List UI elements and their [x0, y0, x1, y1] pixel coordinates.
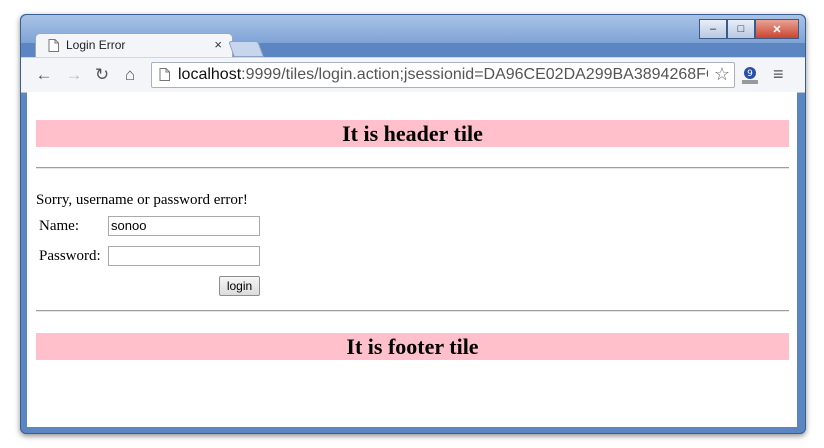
page-icon — [48, 39, 59, 52]
page-content: It is header tile Sorry, username or pas… — [27, 92, 797, 427]
svg-text:9: 9 — [747, 69, 753, 79]
url-host: localhost — [178, 66, 242, 83]
error-message: Sorry, username or password error! — [36, 192, 248, 208]
name-input[interactable] — [108, 216, 260, 236]
tab-title: Login Error — [66, 38, 126, 52]
browser-window: – □ ✕ Login Error × ← → ↻ ⌂ localhost:99… — [20, 14, 806, 434]
header-tile: It is header tile — [36, 120, 789, 147]
home-icon[interactable]: ⌂ — [120, 65, 140, 85]
browser-toolbar: ← → ↻ ⌂ localhost:9999/tiles/login.actio… — [21, 57, 805, 93]
window-controls: – □ ✕ — [699, 19, 799, 39]
reload-icon[interactable]: ↻ — [92, 65, 112, 85]
browser-tab[interactable]: Login Error × — [35, 33, 233, 58]
back-icon[interactable]: ← — [34, 65, 54, 85]
footer-divider — [36, 310, 789, 312]
menu-icon[interactable]: ≡ — [773, 64, 784, 85]
password-label: Password: — [39, 248, 101, 264]
url-path: :9999/tiles/login.action;jsessionid=DA96… — [241, 66, 708, 83]
maximize-button[interactable]: □ — [727, 19, 755, 39]
address-bar[interactable]: localhost:9999/tiles/login.action;jsessi… — [151, 62, 735, 88]
footer-tile: It is footer tile — [36, 333, 789, 360]
password-input[interactable] — [108, 246, 260, 266]
new-tab-button[interactable] — [228, 41, 264, 57]
tab-close-icon[interactable]: × — [214, 37, 222, 52]
star-icon[interactable]: ☆ — [714, 64, 730, 85]
header-divider — [36, 167, 789, 169]
minimize-button[interactable]: – — [699, 19, 727, 39]
close-window-button[interactable]: ✕ — [755, 19, 799, 39]
forward-icon[interactable]: → — [64, 65, 84, 85]
extension-icon[interactable]: 9 — [739, 64, 761, 86]
login-button[interactable]: login — [219, 276, 260, 296]
url-text: localhost:9999/tiles/login.action;jsessi… — [178, 66, 708, 84]
name-label: Name: — [39, 218, 79, 234]
page-icon — [159, 68, 170, 81]
